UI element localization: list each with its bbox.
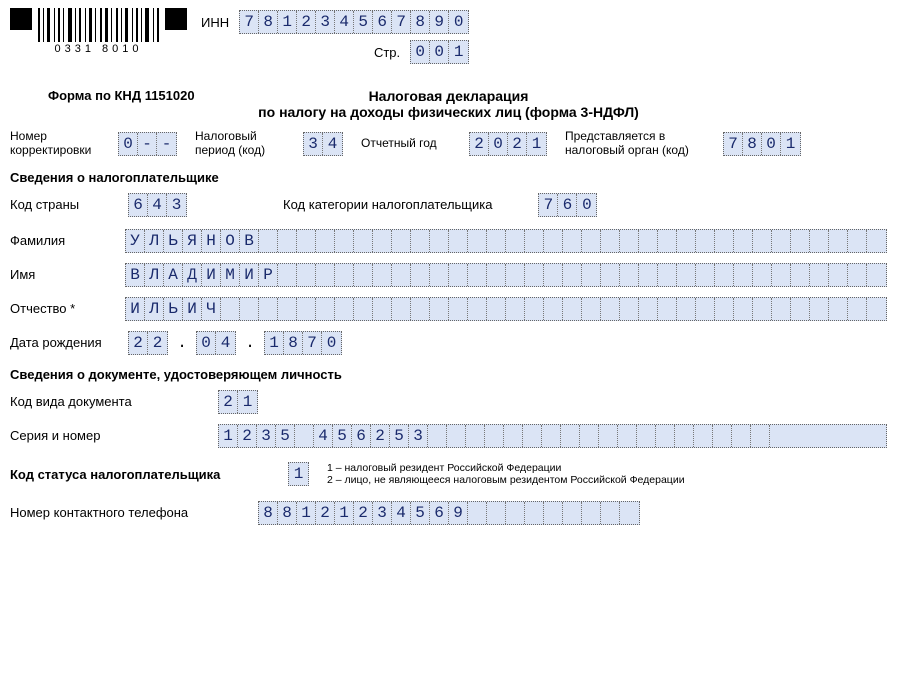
surname-field: УЛЬЯНОВ bbox=[125, 229, 887, 253]
section-taxpayer: Сведения о налогоплательщике bbox=[10, 170, 887, 185]
barcode-block: 0331 8010 bbox=[10, 8, 187, 55]
patronymic-label: Отчество * bbox=[10, 301, 107, 316]
dob-label: Дата рождения bbox=[10, 335, 120, 350]
phone-label: Номер контактного телефона bbox=[10, 505, 240, 520]
section-doc: Сведения о документе, удостоверяющем лич… bbox=[10, 367, 887, 382]
correction-label: Номер корректировки bbox=[10, 130, 100, 158]
organ-field: 7801 bbox=[723, 132, 801, 156]
surname-label: Фамилия bbox=[10, 233, 107, 248]
category-field: 760 bbox=[538, 193, 597, 217]
year-field: 2021 bbox=[469, 132, 547, 156]
doc-number-label: Серия и номер bbox=[10, 428, 200, 443]
year-label: Отчетный год bbox=[361, 137, 451, 151]
marker-square-right bbox=[165, 8, 187, 30]
inn-field: 781234567890 bbox=[239, 10, 469, 34]
patronymic-field: ИЛЬИЧ bbox=[125, 297, 887, 321]
status-field: 1 bbox=[288, 462, 309, 486]
barcode-number: 0331 8010 bbox=[55, 43, 143, 55]
doc-type-label: Код вида документа bbox=[10, 394, 200, 409]
inn-label: ИНН bbox=[201, 15, 229, 30]
status-notes: 1 – налоговый резидент Российской Федера… bbox=[327, 462, 685, 487]
status-note-2: 2 – лицо, не являющееся налоговым резиде… bbox=[327, 474, 685, 487]
dob-sep-1: . bbox=[176, 332, 188, 354]
phone-field: 88121234569 bbox=[258, 501, 640, 525]
page-field: 001 bbox=[410, 40, 469, 64]
doc-number-field: 1235 456253 bbox=[218, 424, 887, 448]
organ-label: Представляется в налоговый орган (код) bbox=[565, 130, 705, 158]
status-label: Код статуса налогоплательщика bbox=[10, 467, 270, 482]
correction-field: 0-- bbox=[118, 132, 177, 156]
page-label: Стр. bbox=[374, 45, 400, 60]
dob-year: 1870 bbox=[264, 331, 342, 355]
status-note-1: 1 – налоговый резидент Российской Федера… bbox=[327, 462, 685, 475]
period-label: Налоговый период (код) bbox=[195, 130, 285, 158]
barcode-icon bbox=[38, 8, 159, 42]
country-label: Код страны bbox=[10, 197, 110, 212]
dob-sep-2: . bbox=[244, 332, 256, 354]
doc-title-2: по налогу на доходы физических лиц (форм… bbox=[10, 104, 887, 120]
period-field: 34 bbox=[303, 132, 343, 156]
name-field: ВЛАДИМИР bbox=[125, 263, 887, 287]
name-label: Имя bbox=[10, 267, 107, 282]
form-code: Форма по КНД 1151020 bbox=[48, 88, 195, 103]
country-field: 643 bbox=[128, 193, 187, 217]
dob-month: 04 bbox=[196, 331, 236, 355]
doc-type-field: 21 bbox=[218, 390, 258, 414]
category-label: Код категории налогоплательщика bbox=[283, 197, 492, 212]
dob-day: 22 bbox=[128, 331, 168, 355]
marker-square-left bbox=[10, 8, 32, 30]
